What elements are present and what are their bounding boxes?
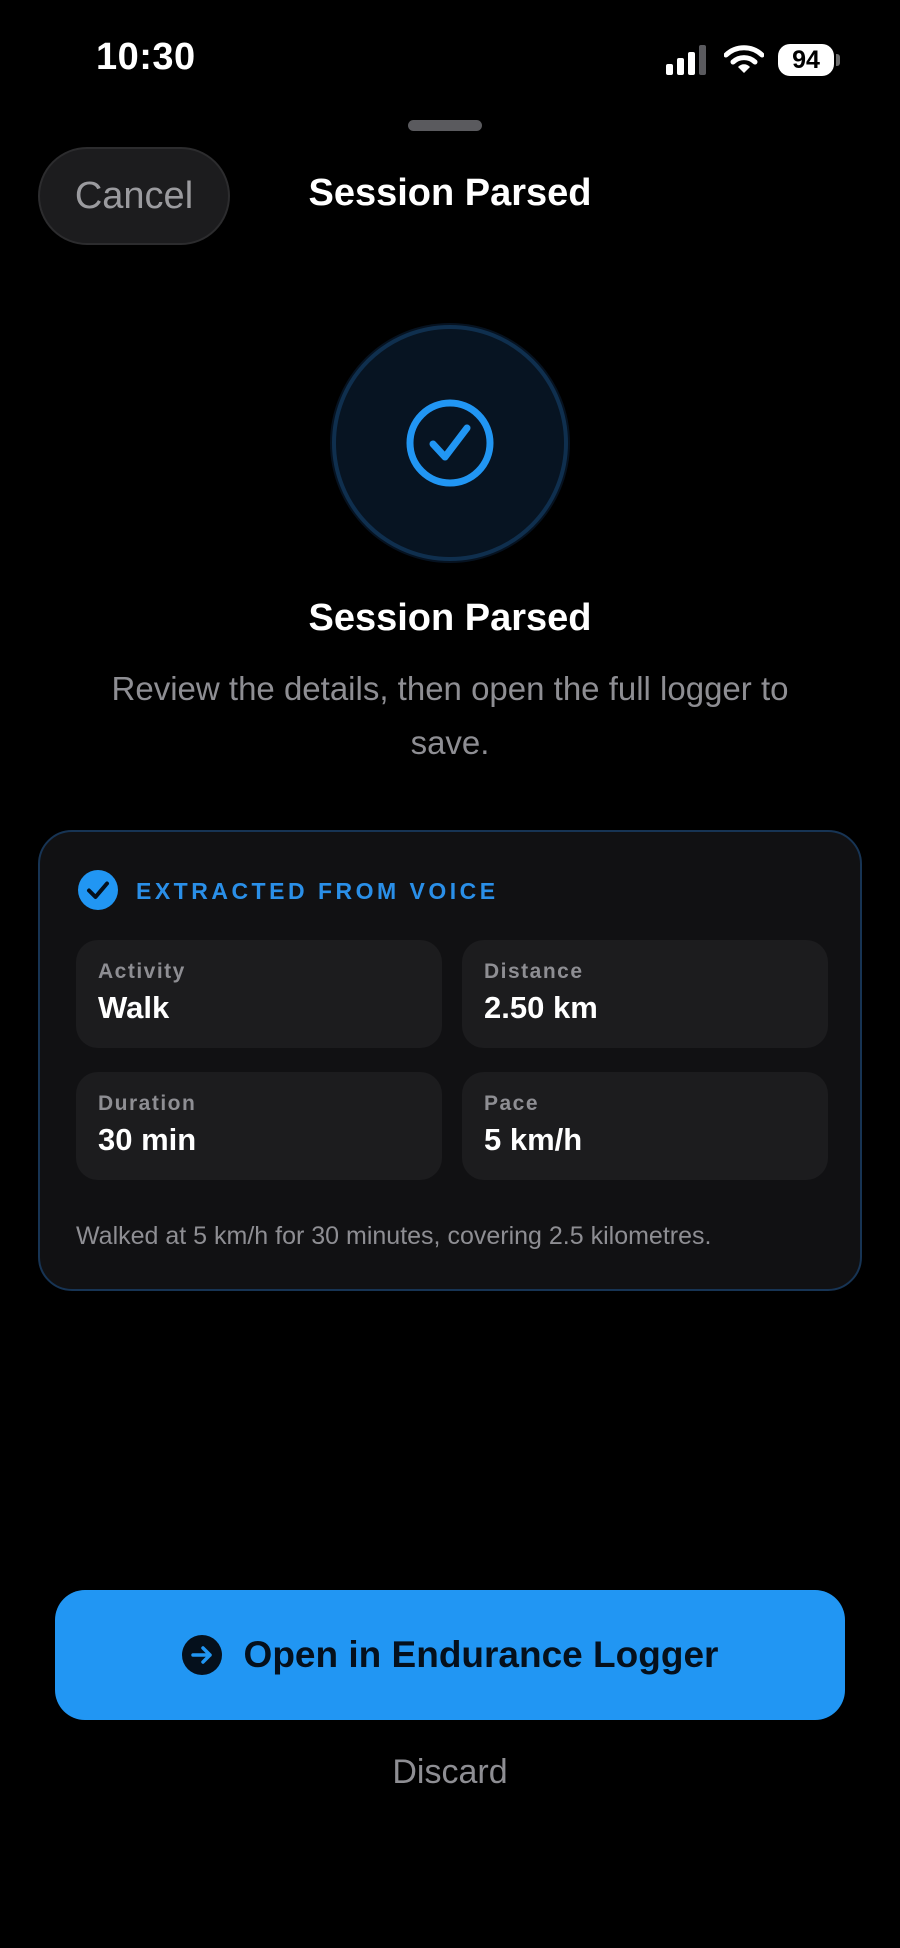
open-in-logger-button[interactable]: Open in Endurance Logger bbox=[55, 1590, 845, 1720]
field-pace: Pace 5 km/h bbox=[462, 1072, 828, 1180]
battery-icon: 94 bbox=[778, 44, 840, 76]
battery-level: 94 bbox=[778, 44, 834, 76]
extracted-card: EXTRACTED FROM VOICE Activity Walk Dista… bbox=[38, 830, 862, 1291]
hero-title: Session Parsed bbox=[308, 597, 592, 639]
status-time: 10:30 bbox=[96, 36, 196, 78]
sheet-grabber[interactable] bbox=[408, 120, 482, 131]
status-icons: 94 bbox=[666, 44, 840, 76]
field-value: 5 km/h bbox=[484, 1122, 583, 1157]
cellular-signal-icon bbox=[666, 45, 706, 75]
field-distance: Distance 2.50 km bbox=[462, 940, 828, 1048]
card-summary: Walked at 5 km/h for 30 minutes, coverin… bbox=[76, 1222, 712, 1250]
field-value: 30 min bbox=[98, 1122, 197, 1157]
field-label: Pace bbox=[484, 1092, 540, 1115]
open-in-logger-label: Open in Endurance Logger bbox=[243, 1634, 719, 1675]
field-label: Activity bbox=[98, 960, 186, 983]
field-value: 2.50 km bbox=[484, 990, 598, 1025]
checkmark-circle-icon bbox=[406, 399, 494, 487]
field-label: Distance bbox=[484, 960, 584, 983]
card-heading: EXTRACTED FROM VOICE bbox=[136, 878, 499, 904]
hero-subtitle: Review the details, then open the full l… bbox=[111, 670, 789, 761]
check-badge-icon bbox=[78, 870, 118, 910]
discard-button[interactable]: Discard bbox=[0, 1753, 900, 1792]
field-label: Duration bbox=[98, 1092, 197, 1115]
nav-title: Session Parsed bbox=[308, 172, 592, 214]
field-duration: Duration 30 min bbox=[76, 1072, 442, 1180]
field-value: Walk bbox=[98, 990, 170, 1025]
arrow-right-circle-icon bbox=[181, 1635, 222, 1675]
wifi-icon bbox=[724, 45, 764, 73]
field-activity: Activity Walk bbox=[76, 940, 442, 1048]
